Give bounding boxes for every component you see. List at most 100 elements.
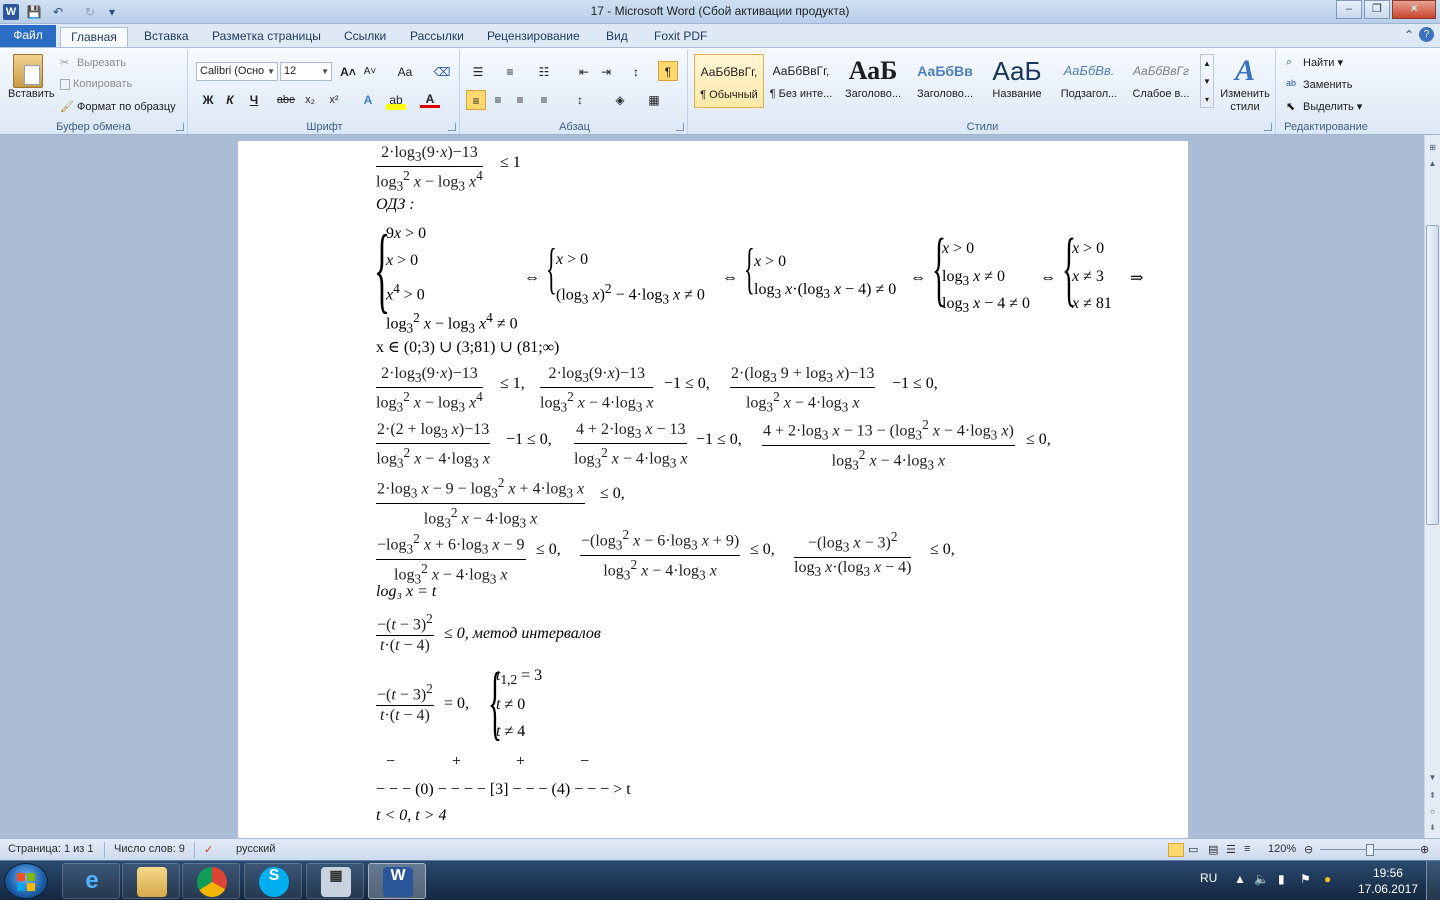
close-button[interactable]: ✕ bbox=[1392, 0, 1436, 19]
scrollbar-thumb[interactable] bbox=[1426, 225, 1439, 525]
zoom-slider-thumb[interactable] bbox=[1366, 844, 1374, 856]
align-right-icon[interactable]: ≡ bbox=[510, 90, 530, 110]
tab-view[interactable]: Вид bbox=[604, 27, 630, 47]
proofing-icon[interactable]: ✓ bbox=[204, 843, 213, 856]
styles-launcher-icon[interactable] bbox=[1264, 123, 1272, 131]
input-language[interactable]: RU bbox=[1200, 871, 1217, 885]
zoom-level[interactable]: 120% bbox=[1268, 843, 1296, 855]
strikethrough-button[interactable]: abe bbox=[276, 90, 296, 110]
taskbar-word[interactable]: W bbox=[368, 863, 426, 899]
clear-formatting-icon[interactable]: ⌫ bbox=[432, 62, 452, 82]
taskbar-explorer[interactable] bbox=[122, 863, 180, 899]
cut-button[interactable]: ✂ Вырезать bbox=[60, 56, 126, 70]
style-no-spacing[interactable]: АаБбВвГг, ¶ Без инте... bbox=[766, 54, 836, 108]
help-icon[interactable]: ? bbox=[1419, 27, 1434, 42]
text-effects-icon[interactable]: A bbox=[358, 90, 378, 110]
italic-button[interactable]: К bbox=[220, 90, 240, 110]
tab-foxit-pdf[interactable]: Foxit PDF bbox=[652, 27, 709, 47]
format-painter-button[interactable]: 🖌 Формат по образцу bbox=[60, 100, 176, 114]
decrease-indent-icon[interactable]: ⇤ bbox=[574, 62, 594, 82]
tab-insert[interactable]: Вставка bbox=[142, 27, 191, 47]
web-layout-icon[interactable]: ▤ bbox=[1208, 843, 1218, 856]
align-center-icon[interactable]: ≡ bbox=[488, 90, 508, 110]
copy-button[interactable]: Копировать bbox=[60, 78, 132, 90]
style-normal[interactable]: АаБбВвГг, ¶ Обычный bbox=[694, 54, 764, 108]
network-icon[interactable]: ▮ bbox=[1278, 872, 1285, 886]
shrink-font-button[interactable]: A˅ bbox=[360, 62, 380, 82]
word-count[interactable]: Число слов: 9 bbox=[114, 843, 185, 855]
tab-mailings[interactable]: Рассылки bbox=[408, 27, 466, 47]
minimize-button[interactable]: – bbox=[1336, 0, 1362, 19]
grow-font-button[interactable]: A˄ bbox=[338, 62, 358, 82]
font-family-select[interactable]: Calibri (Осно ▼ bbox=[196, 62, 278, 81]
bold-button[interactable]: Ж bbox=[198, 90, 218, 110]
clock[interactable]: 19:56 17.06.2017 bbox=[1358, 865, 1418, 897]
language-indicator[interactable]: русский bbox=[236, 843, 275, 855]
change-styles-button[interactable]: A Изменить стили bbox=[1216, 54, 1274, 114]
justify-icon[interactable]: ≡ bbox=[534, 90, 554, 110]
prev-page-icon[interactable]: ⇞ bbox=[1426, 789, 1439, 803]
clipboard-launcher-icon[interactable] bbox=[176, 123, 184, 131]
show-desktop-button[interactable] bbox=[1426, 861, 1440, 900]
numbering-icon[interactable]: ≡ bbox=[500, 62, 520, 82]
style-title[interactable]: АаБ Название bbox=[982, 54, 1052, 108]
show-hidden-icons-icon[interactable]: ▲ bbox=[1234, 872, 1246, 886]
zoom-out-icon[interactable]: ⊖ bbox=[1304, 843, 1313, 856]
ruler-toggle-icon[interactable]: ⊞ bbox=[1426, 141, 1439, 155]
tab-page-layout[interactable]: Разметка страницы bbox=[210, 27, 323, 47]
document-page[interactable]: 2·log3(9·x)−13 log32 x − log3 x4 ≤ 1 ОДЗ… bbox=[238, 141, 1188, 838]
draft-icon[interactable]: ≡ bbox=[1244, 843, 1250, 855]
select-button[interactable]: ⬉ Выделить ▾ bbox=[1286, 100, 1362, 114]
notification-icon[interactable]: ● bbox=[1324, 872, 1331, 886]
line-spacing-icon[interactable]: ↕ bbox=[570, 90, 590, 110]
font-size-select[interactable]: 12 ▼ bbox=[280, 62, 332, 81]
tab-review[interactable]: Рецензирование bbox=[485, 27, 582, 47]
start-button[interactable] bbox=[4, 863, 48, 899]
bullets-icon[interactable]: ☰ bbox=[468, 62, 488, 82]
restore-button[interactable]: ❐ bbox=[1364, 0, 1390, 19]
browse-object-icon[interactable]: ○ bbox=[1426, 805, 1439, 819]
style-subtitle[interactable]: АаБбВв. Подзагол... bbox=[1054, 54, 1124, 108]
change-case-button[interactable]: Aa bbox=[392, 62, 418, 82]
full-screen-reading-icon[interactable]: ▭ bbox=[1188, 843, 1198, 856]
multilevel-list-icon[interactable]: ☷ bbox=[534, 62, 554, 82]
volume-icon[interactable]: 🔈 bbox=[1254, 872, 1269, 886]
font-launcher-icon[interactable] bbox=[448, 123, 456, 131]
align-left-icon[interactable]: ≡ bbox=[466, 90, 486, 110]
next-page-icon[interactable]: ⇟ bbox=[1426, 821, 1439, 835]
vertical-scrollbar[interactable]: ⊞ ▲ ▼ ⇞ ○ ⇟ bbox=[1424, 135, 1440, 838]
print-layout-icon[interactable] bbox=[1168, 843, 1184, 857]
find-button[interactable]: ⌕ Найти ▾ bbox=[1286, 56, 1343, 70]
taskbar-chrome[interactable] bbox=[182, 863, 240, 899]
action-center-icon[interactable]: ⚑ bbox=[1300, 872, 1311, 886]
zoom-in-icon[interactable]: ⊕ bbox=[1420, 843, 1429, 856]
tab-references[interactable]: Ссылки bbox=[342, 27, 388, 47]
borders-icon[interactable]: ▦ bbox=[644, 90, 664, 110]
taskbar-skype[interactable]: S bbox=[244, 863, 302, 899]
tab-file[interactable]: Файл bbox=[0, 25, 56, 47]
paste-button[interactable]: Вставить bbox=[8, 54, 55, 100]
paragraph-launcher-icon[interactable] bbox=[676, 123, 684, 131]
show-marks-icon[interactable]: ¶ bbox=[658, 61, 678, 81]
highlight-icon[interactable]: ab bbox=[386, 90, 406, 110]
increase-indent-icon[interactable]: ⇥ bbox=[596, 62, 616, 82]
style-heading-2[interactable]: АаБбВв Заголово... bbox=[910, 54, 980, 108]
scroll-up-icon[interactable]: ▲ bbox=[1426, 157, 1439, 171]
tab-home[interactable]: Главная bbox=[60, 27, 128, 47]
styles-gallery-scroll[interactable]: ▲ ▼ ▾ bbox=[1200, 54, 1214, 108]
taskbar-calculator[interactable]: ▦ bbox=[306, 863, 364, 899]
font-color-icon[interactable]: A bbox=[420, 90, 440, 108]
style-heading-1[interactable]: АаБ Заголово... bbox=[838, 54, 908, 108]
scroll-down-icon[interactable]: ▼ bbox=[1426, 771, 1439, 785]
shading-icon[interactable]: ◈ bbox=[610, 90, 630, 110]
minimize-ribbon-icon[interactable]: ⌃ bbox=[1404, 28, 1414, 42]
superscript-button[interactable]: x² bbox=[324, 90, 344, 110]
outline-icon[interactable]: ☰ bbox=[1226, 843, 1236, 856]
taskbar-internet-explorer[interactable]: e bbox=[62, 863, 120, 899]
sort-icon[interactable]: ↕ bbox=[626, 62, 646, 82]
page-count[interactable]: Страница: 1 из 1 bbox=[8, 843, 94, 855]
underline-button[interactable]: Ч bbox=[244, 90, 264, 110]
style-subtle-emphasis[interactable]: АаБбВвГг Слабое в... bbox=[1126, 54, 1196, 108]
replace-button[interactable]: ab Заменить bbox=[1286, 78, 1352, 92]
subscript-button[interactable]: x₂ bbox=[300, 90, 320, 110]
